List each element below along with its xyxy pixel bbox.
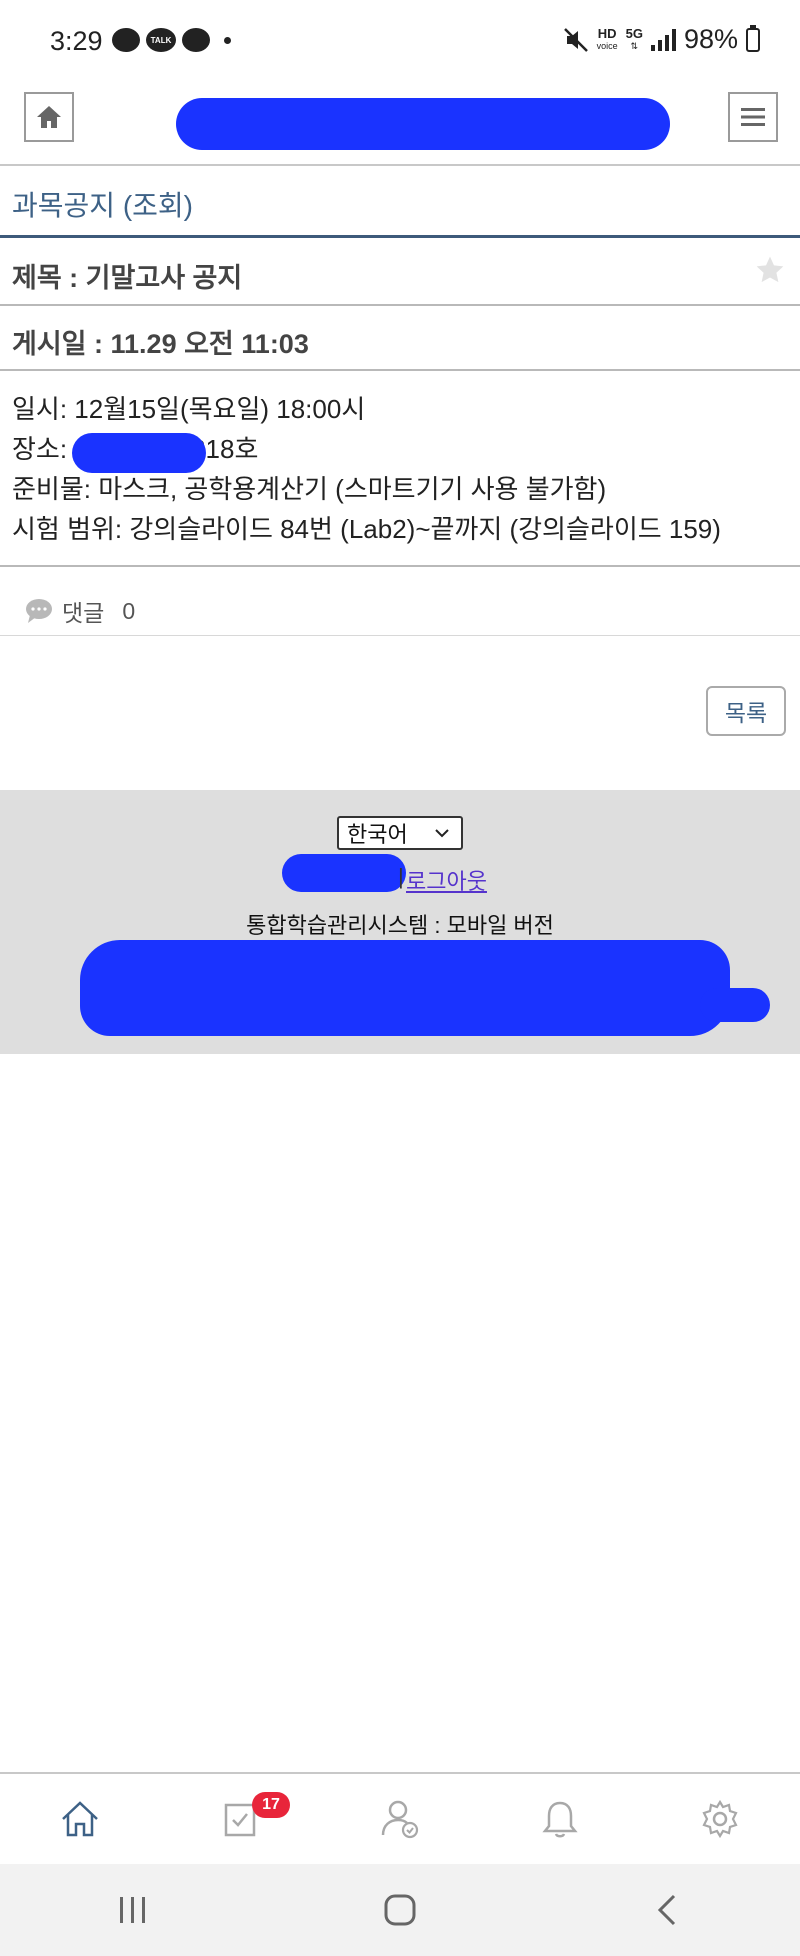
battery-percent: 98% (683, 24, 738, 54)
app-header (0, 86, 800, 166)
nav-notifications[interactable] (480, 1774, 640, 1864)
redacted-footer-info-tail (700, 988, 770, 1022)
body-line-location: 장소: 318호 (12, 429, 800, 473)
comments-label: 댓글 (62, 600, 105, 626)
status-bar: 3:29 TALK HD voice 5G ⇅ 98% (0, 0, 800, 86)
comments-row[interactable]: 댓글 0 (0, 567, 800, 636)
bottom-nav: 17 (0, 1772, 800, 1864)
notice-date-row: 게시일 : 11.29 오전 11:03 (0, 306, 800, 371)
notification-icons: TALK (112, 28, 231, 52)
settings-icon (702, 1799, 738, 1839)
status-indicators: HD voice 5G ⇅ 98% (563, 24, 760, 55)
bell-icon (542, 1801, 578, 1838)
todo-badge: 17 (252, 1792, 290, 1818)
home-button[interactable] (24, 92, 74, 142)
star-icon[interactable] (754, 254, 786, 286)
footer: 한국어 | 로그아웃 통합학습관리시스템 : 모바일 버전 (0, 790, 800, 1054)
redacted-course-title (176, 98, 670, 150)
redacted-username (282, 854, 406, 892)
battery-icon (746, 24, 760, 52)
comments-count: 0 (122, 597, 136, 624)
hd-voice-icon: HD voice (596, 25, 618, 51)
chevron-down-icon (435, 829, 449, 838)
profile-icon (381, 1800, 419, 1839)
recent-apps-button[interactable] (0, 1864, 267, 1956)
system-home-icon (384, 1894, 416, 1926)
status-time: 3:29 (50, 26, 103, 56)
list-button[interactable]: 목록 (706, 686, 786, 736)
redacted-location (72, 433, 206, 473)
recent-apps-icon (120, 1897, 146, 1923)
mute-icon (563, 27, 588, 52)
notice-subject: 제목 : 기말고사 공지 (12, 263, 243, 293)
signal-icon (650, 28, 676, 51)
nav-profile[interactable] (320, 1774, 480, 1864)
notice-posted-date: 게시일 : 11.29 오전 11:03 (12, 329, 309, 359)
nav-todo[interactable]: 17 (160, 1774, 320, 1864)
system-name: 통합학습관리시스템 : 모바일 버전 (246, 913, 554, 938)
body-line-scope: 시험 범위: 강의슬라이드 84번 (Lab2)~끝까지 (강의슬라이드 159… (12, 514, 721, 544)
system-nav-bar (0, 1864, 800, 1956)
more-notifications-dot-icon (224, 36, 231, 44)
chat-bubble-icon (112, 28, 140, 52)
hamburger-menu-icon (741, 108, 765, 126)
kakaotalk-icon: TALK (146, 28, 176, 52)
chat-bubble-icon (182, 28, 210, 52)
5g-icon: 5G ⇅ (625, 25, 643, 51)
language-select[interactable]: 한국어 (337, 816, 463, 850)
logout-link[interactable]: 로그아웃 (406, 864, 487, 896)
footer-separator: | (398, 864, 404, 889)
nav-home[interactable] (0, 1774, 160, 1864)
nav-settings[interactable] (640, 1774, 800, 1864)
page-title: 과목공지 (조회) (0, 168, 800, 238)
body-line-datetime: 일시: 12월15일(목요일) 18:00시 (12, 394, 366, 424)
notice-subject-row: 제목 : 기말고사 공지 (0, 240, 800, 306)
back-button[interactable] (533, 1864, 800, 1956)
home-icon (37, 106, 61, 128)
back-icon (657, 1894, 675, 1926)
system-home-button[interactable] (267, 1864, 534, 1956)
body-line-supplies: 준비물: 마스크, 공학용계산기 (스마트기기 사용 불가함) (12, 474, 607, 504)
home-icon (62, 1801, 98, 1837)
notice-body: 일시: 12월15일(목요일) 18:00시 장소: 318호 준비물: 마스크,… (0, 371, 800, 567)
menu-button[interactable] (728, 92, 778, 142)
redacted-footer-info (80, 940, 730, 1036)
comment-bubble-icon (26, 599, 52, 623)
